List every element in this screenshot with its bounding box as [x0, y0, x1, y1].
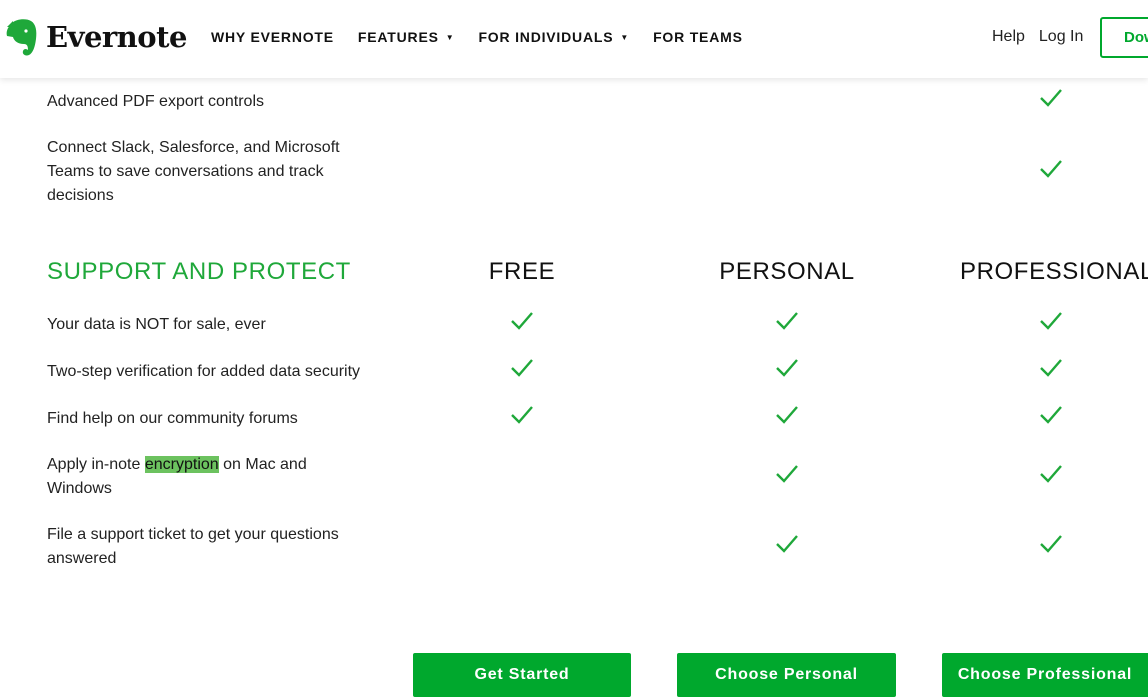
- nav-why-evernote[interactable]: WHY EVERNOTE: [211, 29, 334, 45]
- help-link[interactable]: Help: [992, 28, 1025, 46]
- caret-down-icon: ▼: [445, 32, 455, 42]
- get-started-button[interactable]: Get Started: [413, 653, 631, 697]
- feature-label: Find help on our community forums: [47, 410, 298, 427]
- nav-label: WHY EVERNOTE: [211, 29, 334, 45]
- account-links: Help Log In: [992, 28, 1097, 46]
- nav-label: FOR TEAMS: [653, 29, 743, 45]
- feature-label: Apply in-note encryption on Mac and Wind…: [47, 453, 347, 501]
- plan-header-professional: PROFESSIONAL: [960, 258, 1148, 285]
- section-title: SUPPORT AND PROTECT: [47, 258, 351, 285]
- checkmark-icon: [775, 311, 799, 331]
- label-text: Apply in-note: [47, 456, 145, 473]
- choose-professional-button[interactable]: Choose Professional: [942, 653, 1148, 697]
- search-highlight: encryption: [144, 456, 219, 473]
- checkmark-icon: [775, 358, 799, 378]
- evernote-elephant-icon: [6, 19, 37, 56]
- checkmark-icon: [1039, 534, 1063, 554]
- checkmark-icon: [1039, 159, 1063, 179]
- nav-label: FOR INDIVIDUALS: [478, 29, 614, 45]
- checkmark-icon: [775, 534, 799, 554]
- plan-header-personal: PERSONAL: [719, 258, 855, 285]
- nav-label: FEATURES: [357, 29, 439, 45]
- checkmark-icon: [775, 405, 799, 425]
- site-header: Evernote WHY EVERNOTE FEATURES ▼ FOR IND…: [0, 0, 1148, 78]
- checkmark-icon: [510, 311, 534, 331]
- checkmark-icon: [1039, 405, 1063, 425]
- evernote-logo[interactable]: Evernote: [4, 16, 187, 58]
- nav-for-teams[interactable]: FOR TEAMS: [653, 29, 743, 45]
- checkmark-icon: [1039, 311, 1063, 331]
- main-nav: WHY EVERNOTE FEATURES ▼ FOR INDIVIDUALS …: [211, 29, 767, 45]
- feature-label: File a support ticket to get your questi…: [47, 526, 339, 567]
- checkmark-icon: [510, 358, 534, 378]
- plan-header-free: FREE: [488, 258, 556, 285]
- nav-features[interactable]: FEATURES ▼: [358, 29, 455, 45]
- login-link[interactable]: Log In: [1039, 28, 1083, 46]
- logo-text: Evernote: [46, 20, 187, 54]
- feature-label: Connect Slack, Salesforce, and Microsoft…: [47, 139, 340, 204]
- checkmark-icon: [510, 405, 534, 425]
- caret-down-icon: ▼: [620, 32, 630, 42]
- checkmark-icon: [1039, 464, 1063, 484]
- nav-for-individuals[interactable]: FOR INDIVIDUALS ▼: [478, 29, 629, 45]
- feature-label: Two-step verification for added data sec…: [47, 363, 361, 380]
- checkmark-icon: [1039, 88, 1063, 108]
- checkmark-icon: [775, 464, 799, 484]
- checkmark-icon: [1039, 358, 1063, 378]
- choose-personal-button[interactable]: Choose Personal: [677, 653, 896, 697]
- feature-label: Advanced PDF export controls: [47, 93, 264, 110]
- download-button[interactable]: Download: [1100, 17, 1148, 58]
- feature-label: Your data is NOT for sale, ever: [47, 316, 266, 333]
